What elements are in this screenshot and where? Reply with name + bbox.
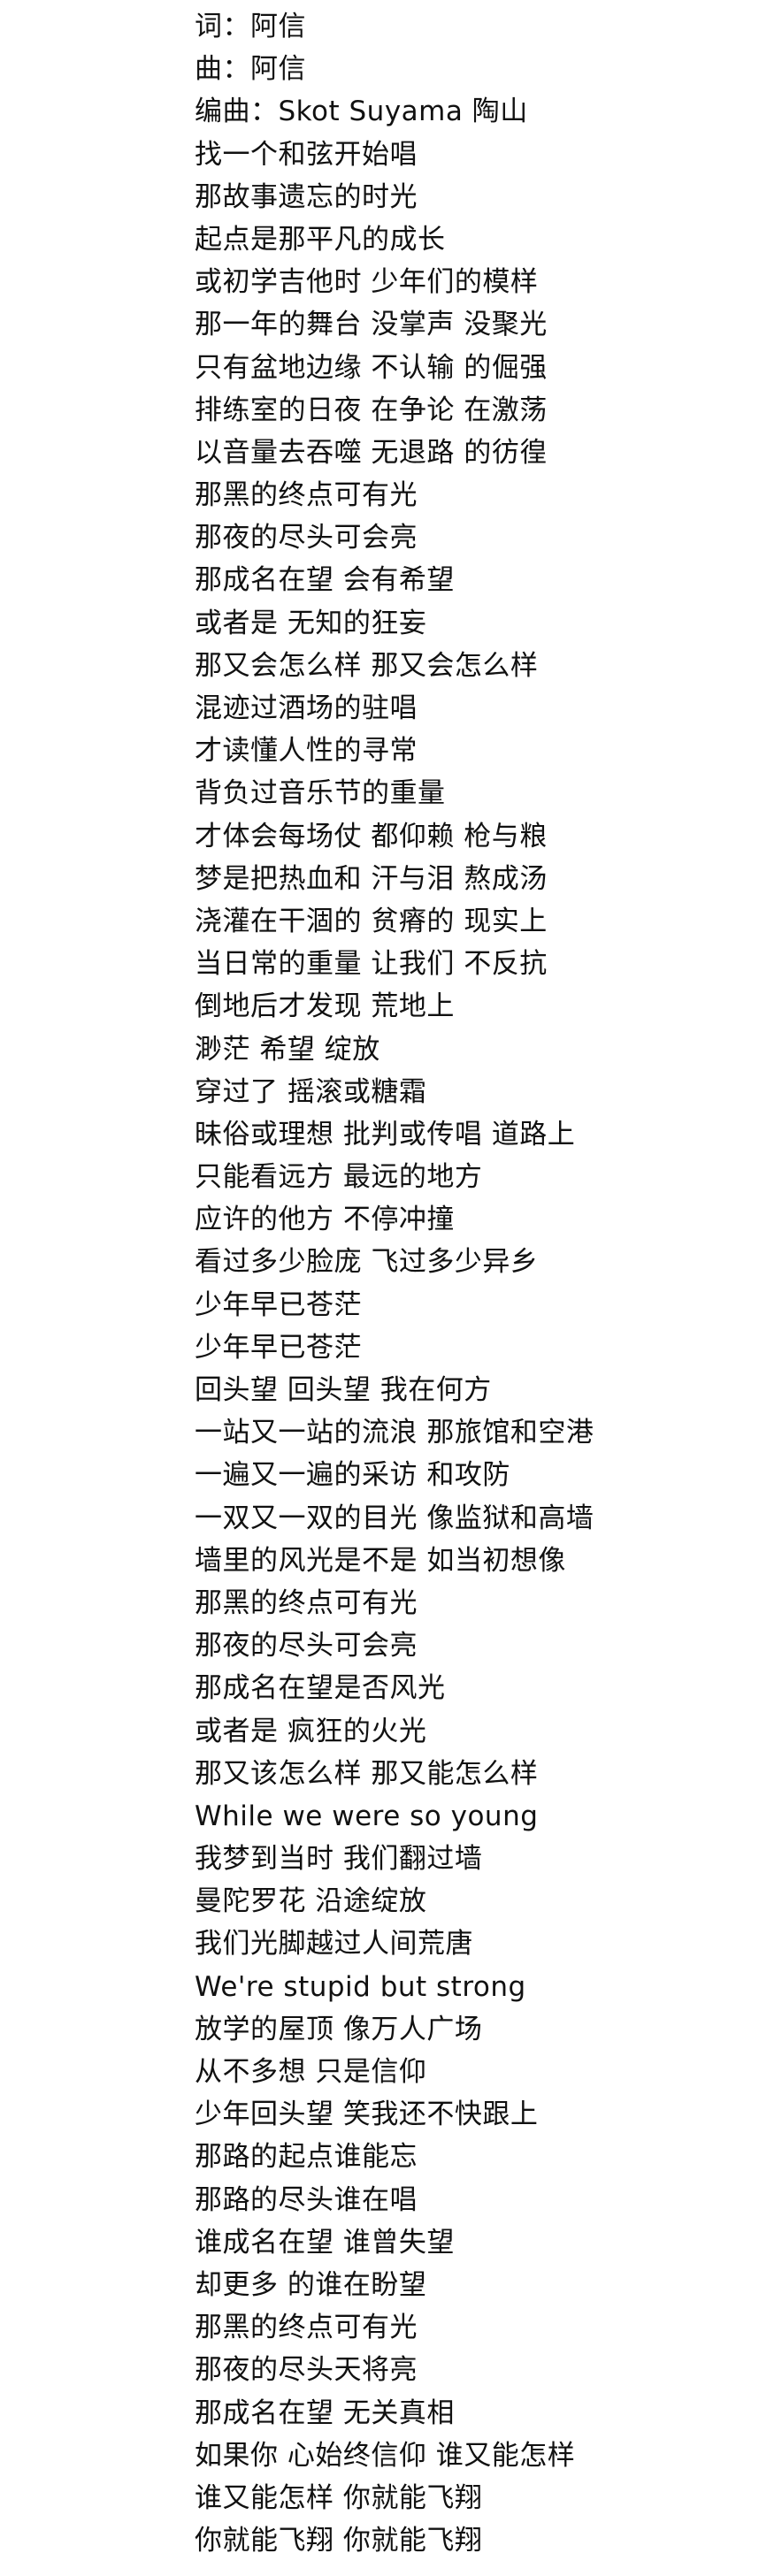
lyric-line: 应许的他方 不停冲撞 — [195, 1204, 455, 1236]
lyric-line: 那故事遗忘的时光 — [195, 180, 418, 213]
lyric-line: 那夜的尽头天将亮 — [195, 2354, 418, 2387]
lyric-line: 当日常的重量 让我们 不反抗 — [195, 948, 548, 981]
lyric-line: 墙里的风光是不是 如当初想像 — [195, 1544, 566, 1577]
lyric-line: 一遍又一遍的采访 和攻防 — [195, 1459, 510, 1492]
lyric-line: 穿过了 摇滚或糖霜 — [195, 1075, 427, 1108]
lyric-line: 少年早已苍茫 — [195, 1331, 362, 1364]
lyric-line: 那黑的终点可有光 — [195, 1586, 418, 1619]
lyric-line: 才读懂人性的寻常 — [195, 735, 418, 768]
lyric-line: 我们光脚越过人间荒唐 — [195, 1928, 473, 1961]
lyric-line: 少年回头望 笑我还不快跟上 — [195, 2098, 539, 2131]
lyric-line: 我梦到当时 我们翻过墙 — [195, 1843, 483, 1876]
lyric-line: 倒地后才发现 荒地上 — [195, 990, 455, 1023]
lyric-line: 那一年的舞台 没掌声 没聚光 — [195, 309, 548, 341]
lyric-line: 找一个和弦开始唱 — [195, 138, 418, 171]
lyric-line: 曼陀罗花 沿途绽放 — [195, 1885, 427, 1918]
lyric-line: 那成名在望 无关真相 — [195, 2396, 455, 2429]
lyric-line: 看过多少脸庞 飞过多少异乡 — [195, 1246, 539, 1279]
lyric-line: 那路的尽头谁在唱 — [195, 2183, 418, 2216]
lyric-line: 少年早已苍茫 — [195, 1288, 362, 1321]
lyric-line: 排练室的日夜 在争论 在激荡 — [195, 394, 548, 426]
lyric-line: 那又会怎么样 那又会怎么样 — [195, 649, 539, 682]
lyric-line: 曲：阿信 — [195, 53, 306, 86]
lyric-line: 那路的起点谁能忘 — [195, 2141, 418, 2174]
lyric-line: 只有盆地边缘 不认输 的倔强 — [195, 351, 548, 384]
lyric-line: 谁成名在望 谁曾失望 — [195, 2226, 455, 2259]
lyric-line: 那黑的终点可有光 — [195, 2312, 418, 2344]
lyric-line: 那黑的终点可有光 — [195, 479, 418, 512]
lyrics-list: 词：阿信 曲：阿信 编曲：Skot Suyama 陶山 找一个和弦开始唱 那故事… — [195, 5, 761, 2562]
lyric-line: 才体会每场仗 都仰赖 枪与粮 — [195, 820, 548, 852]
lyric-line: 背负过音乐节的重量 — [195, 777, 446, 810]
lyric-line: 从不多想 只是信仰 — [195, 2056, 427, 2088]
lyric-line: 只能看远方 最远的地方 — [195, 1161, 483, 1194]
lyric-line: 那又该怎么样 那又能怎么样 — [195, 1757, 539, 1790]
lyric-line: 以音量去吞噬 无退路 的彷徨 — [195, 436, 548, 469]
lyric-line: 浇灌在干涸的 贫瘠的 现实上 — [195, 905, 548, 937]
lyric-line: 昧俗或理想 批判或传唱 道路上 — [195, 1118, 576, 1150]
lyric-line: 那夜的尽头可会亮 — [195, 522, 418, 554]
lyric-line: 起点是那平凡的成长 — [195, 223, 446, 256]
lyric-line: 你就能飞翔 你就能飞翔 — [195, 2525, 483, 2557]
lyric-line: We're stupid but strong — [195, 1970, 526, 2003]
lyric-line: 混迹过酒场的驻唱 — [195, 692, 418, 724]
lyric-line: 那成名在望是否风光 — [195, 1672, 446, 1705]
lyric-line: 那夜的尽头可会亮 — [195, 1630, 418, 1663]
lyric-line: 如果你 心始终信仰 谁又能怎样 — [195, 2439, 576, 2472]
lyric-line: 梦是把热血和 汗与泪 熬成汤 — [195, 862, 548, 895]
lyric-line: 词：阿信 — [195, 11, 306, 42]
lyric-line: 或者是 疯狂的火光 — [195, 1715, 427, 1747]
lyric-line: 编曲：Skot Suyama 陶山 — [195, 96, 528, 128]
lyric-line: 一站又一站的流浪 那旅馆和空港 — [195, 1417, 594, 1449]
lyric-line: 回头望 回头望 我在何方 — [195, 1374, 492, 1406]
lyric-line: While we were so young — [195, 1800, 539, 1832]
lyric-line: 那成名在望 会有希望 — [195, 564, 455, 597]
lyric-line: 渺茫 希望 绽放 — [195, 1033, 380, 1066]
lyric-line: 一双又一双的目光 像监狱和高墙 — [195, 1502, 594, 1534]
lyric-line: 却更多 的谁在盼望 — [195, 2268, 427, 2301]
lyric-line: 或初学吉他时 少年们的模样 — [195, 266, 539, 299]
lyric-line: 谁又能怎样 你就能飞翔 — [195, 2481, 483, 2514]
lyric-line: 或者是 无知的狂妄 — [195, 607, 427, 639]
lyric-line: 放学的屋顶 像万人广场 — [195, 2013, 483, 2045]
